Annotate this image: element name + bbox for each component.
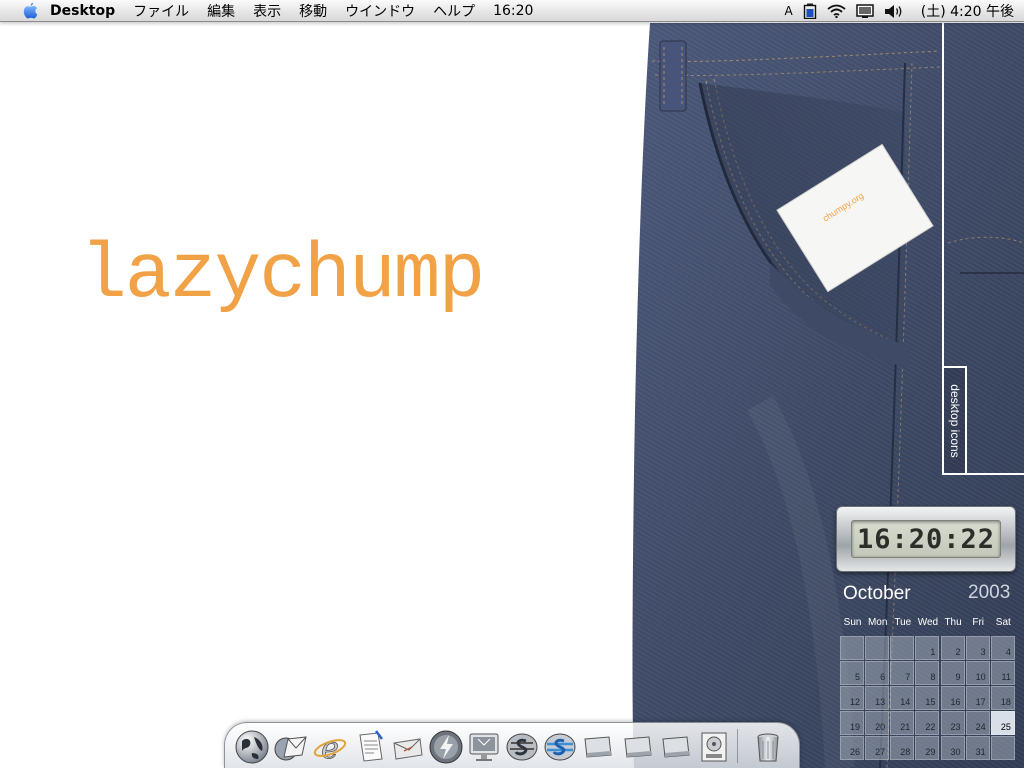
lcd-clock-time: 16:20:22 [851,520,1001,558]
calendar-day[interactable]: 16 [940,686,965,710]
menu-app-name[interactable]: Desktop [42,0,124,22]
calendar-day[interactable]: 13 [865,686,890,710]
sherlock-blue-icon[interactable] [541,727,579,767]
calendar-month: October [843,583,911,604]
calendar-empty-cell [865,636,890,660]
hard-drive-icon[interactable] [579,727,617,767]
calendar-day[interactable]: 10 [965,661,990,685]
menu-extras: A (土) 4:20 午後 [780,0,1024,22]
calendar-day[interactable]: 26 [840,736,864,760]
svg-text:e: e [321,731,339,765]
calendar-day[interactable]: 3 [965,636,990,660]
calendar-day[interactable]: 30 [940,736,965,760]
menu-edit[interactable]: 編集 [198,0,244,22]
calendar-day[interactable]: 31 [965,736,990,760]
calendar-empty-cell [890,636,915,660]
calendar-day[interactable]: 11 [990,661,1015,685]
calendar-day[interactable]: 2 [940,636,965,660]
calendar-day[interactable]: 20 [865,711,890,735]
calendar-day[interactable]: 18 [990,686,1015,710]
internet-explorer-icon[interactable]: e [311,727,349,767]
menu-file[interactable]: ファイル [124,0,198,22]
dock-separator [737,729,738,763]
mail-envelope-icon[interactable] [389,727,427,767]
calendar-weekday: Thu [944,617,962,628]
lcd-clock-widget: 16:20:22 [836,506,1016,572]
calendar-day[interactable]: 15 [915,686,940,710]
menubar-datetime[interactable]: (土) 4:20 午後 [909,0,1024,22]
quicktime-icon[interactable] [427,727,465,767]
calendar-day[interactable]: 19 [840,711,864,735]
calendar-day[interactable]: 23 [940,711,965,735]
calendar-weekday: Mon [867,617,888,628]
dock: e [224,722,800,768]
calendar-empty-cell [840,636,864,660]
calendar-day[interactable]: 21 [890,711,915,735]
calendar-weekday-header: Sun Mon Tue Wed Thu Fri Sat [840,617,1016,631]
battery-icon[interactable] [798,0,822,22]
calendar-day[interactable]: 22 [915,711,940,735]
textedit-icon[interactable] [351,727,389,767]
calendar-empty-cell [990,736,1015,760]
calendar-day[interactable]: 28 [890,736,915,760]
trash-icon[interactable] [749,727,787,767]
calendar-day[interactable]: 4 [990,636,1015,660]
calendar-day[interactable]: 1 [915,636,940,660]
apple-menu-icon[interactable] [18,0,42,22]
input-menu-indicator[interactable]: A [780,0,798,22]
calendar-day[interactable]: 29 [915,736,940,760]
calendar-day[interactable]: 25 [990,711,1015,735]
hard-drive-2-icon[interactable] [619,727,657,767]
calendar-year: 2003 [968,582,1011,603]
calendar-day[interactable]: 9 [940,661,965,685]
menu-help[interactable]: ヘルプ [424,0,484,22]
calendar-weekday: Sun [843,617,862,628]
calendar-day[interactable]: 27 [865,736,890,760]
calendar-day[interactable]: 8 [915,661,940,685]
calendar-day[interactable]: 5 [840,661,864,685]
hard-drive-3-icon[interactable] [657,727,695,767]
calendar-weekday: Wed [917,617,939,628]
wifi-icon[interactable] [822,0,851,22]
mail-icon[interactable] [271,727,309,767]
calendar-weekday: Tue [894,617,912,628]
menu-go[interactable]: 移動 [290,0,336,22]
finder-globe-icon[interactable] [233,727,271,767]
calendar-day[interactable]: 14 [890,686,915,710]
calendar-day[interactable]: 24 [965,711,990,735]
menu-clock[interactable]: 16:20 [484,0,542,22]
display-icon[interactable] [851,0,879,22]
dvd-player-icon[interactable] [695,727,733,767]
calendar-day[interactable]: 6 [865,661,890,685]
menu-window[interactable]: ウインドウ [336,0,424,22]
sherlock-icon[interactable] [503,727,541,767]
brand-title: lazychump [80,232,485,320]
calendar-grid: 1 2 3 4 5 6 7 8 9 10 11 12 13 14 15 16 17 18 19 20 21 22 23 24 2… [840,636,1016,768]
volume-icon[interactable] [879,0,909,22]
calendar-day[interactable]: 17 [965,686,990,710]
calendar-weekday: Sat [995,617,1011,628]
calendar-day[interactable]: 12 [840,686,864,710]
calendar-day[interactable]: 7 [890,661,915,685]
menu-bar: Desktop ファイル 編集 表示 移動 ウインドウ ヘルプ 16:20 A … [0,0,1024,22]
desktop-icons-label: desktop icons [947,383,962,458]
desktop-icons-tab[interactable]: desktop icons [942,366,967,475]
menu-view[interactable]: 表示 [244,0,290,22]
calendar-weekday: Fri [972,617,985,628]
system-preferences-icon[interactable] [465,727,503,767]
